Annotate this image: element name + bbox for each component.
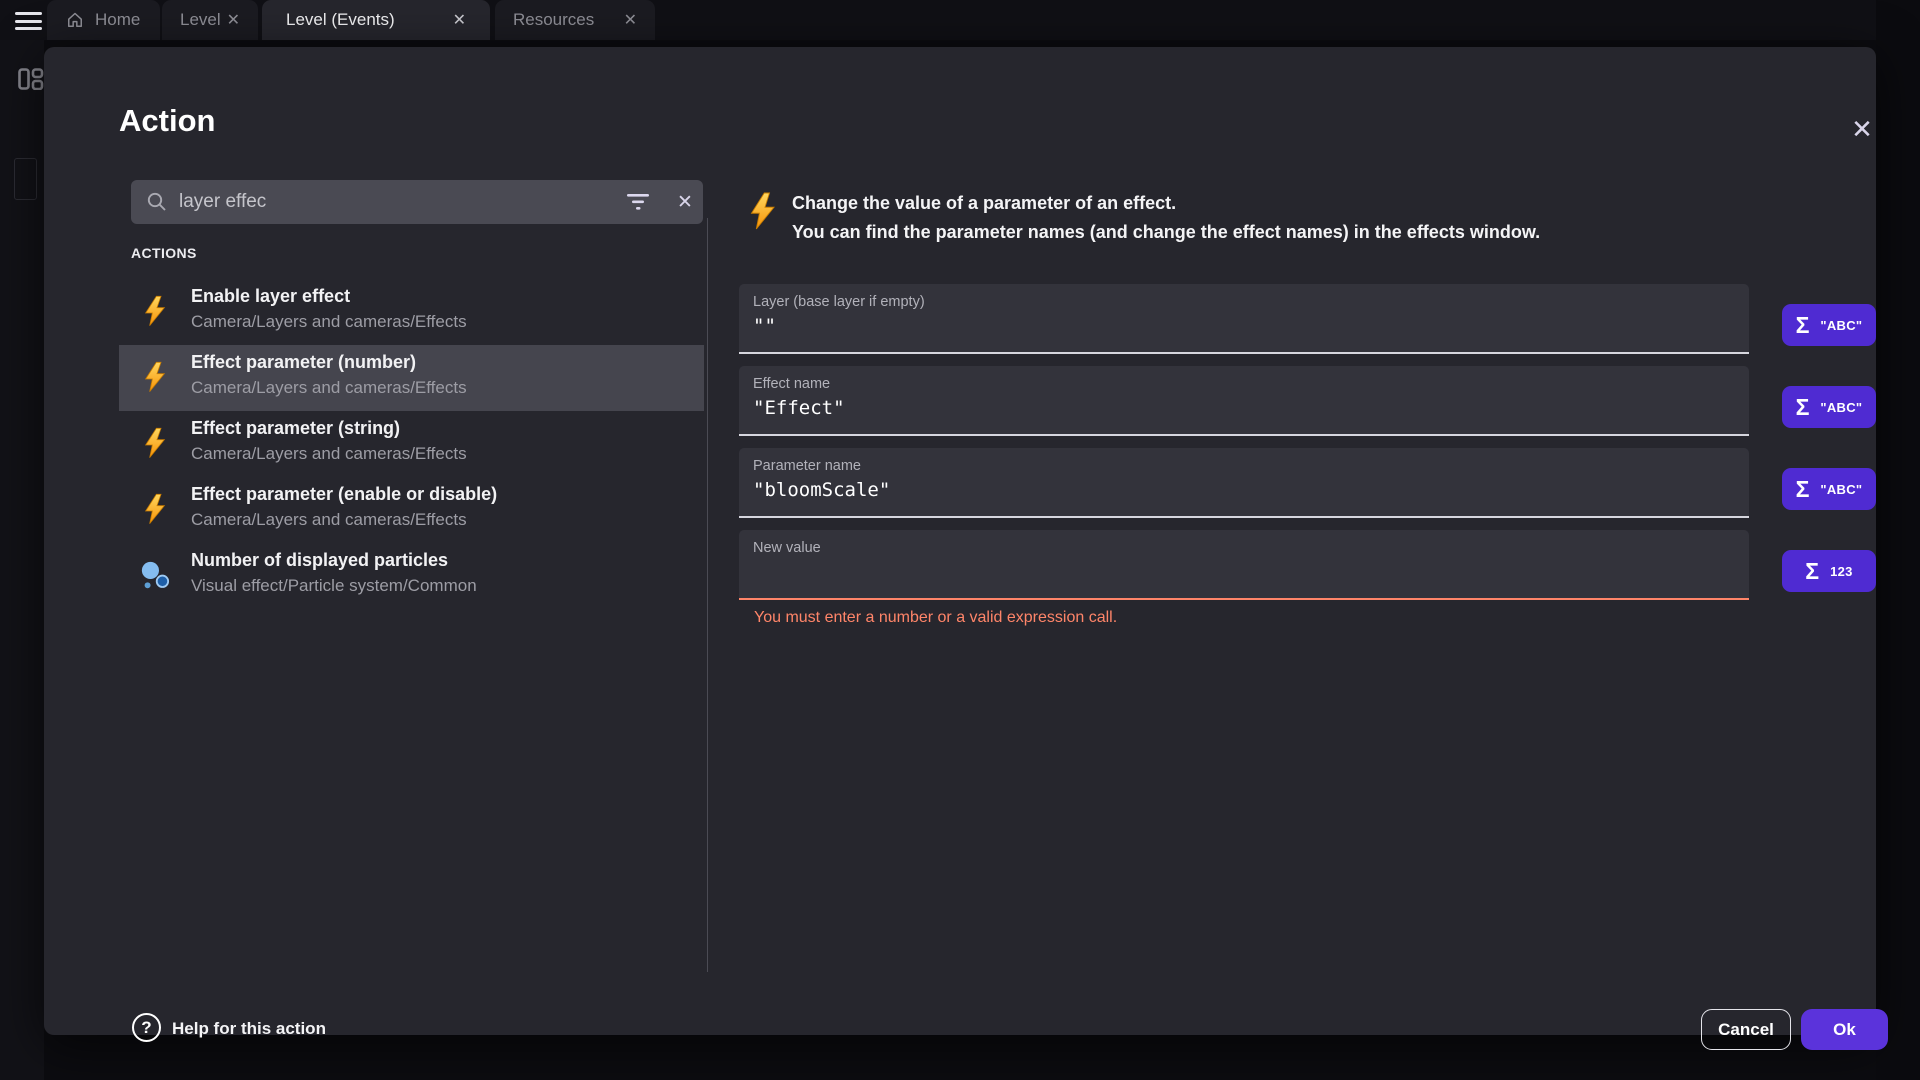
expression-type-label: "ABC" xyxy=(1820,482,1862,497)
action-item-title: Enable layer effect xyxy=(191,286,350,307)
tab-label: Level xyxy=(180,10,221,30)
lightning-bolt-icon xyxy=(744,191,780,231)
ok-button[interactable]: Ok xyxy=(1801,1009,1888,1050)
field-value[interactable]: "Effect" xyxy=(753,397,845,419)
cancel-button[interactable]: Cancel xyxy=(1701,1009,1791,1050)
action-item-path: Camera/Layers and cameras/Effects xyxy=(191,444,467,464)
home-icon xyxy=(65,10,85,30)
field-parameter-name[interactable]: Parameter name "bloomScale" xyxy=(739,448,1749,518)
field-value[interactable]: "bloomScale" xyxy=(753,479,890,501)
tab-resources[interactable]: Resources ✕ xyxy=(495,0,655,40)
menu-hamburger-icon[interactable] xyxy=(15,12,42,30)
field-label: Parameter name xyxy=(753,458,861,474)
action-list-item-selected[interactable]: Effect parameter (number) Camera/Layers … xyxy=(119,345,704,411)
search-icon xyxy=(145,190,169,214)
expression-builder-button-layer[interactable]: Σ "ABC" xyxy=(1782,304,1876,346)
field-label: Layer (base layer if empty) xyxy=(753,294,925,310)
tab-close-icon[interactable]: ✕ xyxy=(624,10,637,30)
tab-label: Resources xyxy=(513,10,594,30)
help-link[interactable]: Help for this action xyxy=(172,1019,326,1039)
dialog-close-icon[interactable]: ✕ xyxy=(1842,109,1882,149)
action-item-path: Camera/Layers and cameras/Effects xyxy=(191,510,467,530)
sigma-icon: Σ xyxy=(1796,312,1810,339)
action-item-path: Camera/Layers and cameras/Effects xyxy=(191,312,467,332)
help-icon[interactable]: ? xyxy=(132,1013,161,1042)
action-item-title: Effect parameter (number) xyxy=(191,352,416,373)
filter-icon[interactable] xyxy=(624,191,652,213)
tab-level[interactable]: Level ✕ xyxy=(162,0,258,40)
field-label: New value xyxy=(753,540,821,556)
action-item-path: Camera/Layers and cameras/Effects xyxy=(191,378,467,398)
action-item-title: Effect parameter (string) xyxy=(191,418,400,439)
description-line-2: You can find the parameter names (and ch… xyxy=(792,218,1812,247)
objects-panel-icon xyxy=(18,68,44,90)
tab-level-events[interactable]: Level (Events) ✕ xyxy=(262,0,490,40)
action-dialog: Action ✕ ✕ ACTIONS Enable layer effect C… xyxy=(44,47,1876,1035)
action-search-bar: ✕ xyxy=(131,180,703,224)
action-item-title: Number of displayed particles xyxy=(191,550,448,571)
action-item-path: Visual effect/Particle system/Common xyxy=(191,576,477,596)
background-button-outline xyxy=(14,158,37,200)
sigma-icon: Σ xyxy=(1796,476,1810,503)
top-tab-bar: Home Level ✕ Level (Events) ✕ Resources … xyxy=(0,0,1920,40)
lightning-bolt-icon xyxy=(139,493,171,525)
lightning-bolt-icon xyxy=(139,361,171,393)
tab-close-icon[interactable]: ✕ xyxy=(453,10,466,30)
action-description: Change the value of a parameter of an ef… xyxy=(792,189,1812,247)
dialog-title: Action xyxy=(119,103,215,139)
tab-label: Level (Events) xyxy=(286,10,395,30)
expression-type-label: 123 xyxy=(1830,564,1853,579)
search-input[interactable] xyxy=(179,180,599,224)
action-list-item[interactable]: Enable layer effect Camera/Layers and ca… xyxy=(119,279,704,345)
particles-icon xyxy=(139,559,171,591)
field-effect-name[interactable]: Effect name "Effect" xyxy=(739,366,1749,436)
action-list-item[interactable]: Effect parameter (enable or disable) Cam… xyxy=(119,477,704,543)
background-left-toolbar xyxy=(0,40,44,1080)
description-line-1: Change the value of a parameter of an ef… xyxy=(792,189,1812,218)
field-layer[interactable]: Layer (base layer if empty) "" xyxy=(739,284,1749,354)
expression-builder-button-parameter-name[interactable]: Σ "ABC" xyxy=(1782,468,1876,510)
expression-builder-button-effect-name[interactable]: Σ "ABC" xyxy=(1782,386,1876,428)
field-label: Effect name xyxy=(753,376,830,392)
expression-type-label: "ABC" xyxy=(1820,400,1862,415)
clear-search-icon[interactable]: ✕ xyxy=(667,180,703,224)
action-item-title: Effect parameter (enable or disable) xyxy=(191,484,497,505)
background-right-panel: dd... xyxy=(1876,0,1920,1080)
action-list-item[interactable]: Number of displayed particles Visual eff… xyxy=(119,543,704,609)
field-value[interactable]: "" xyxy=(753,315,776,337)
field-new-value[interactable]: New value xyxy=(739,530,1749,600)
sigma-icon: Σ xyxy=(1796,394,1810,421)
actions-section-header: ACTIONS xyxy=(131,245,197,261)
expression-type-label: "ABC" xyxy=(1820,318,1862,333)
lightning-bolt-icon xyxy=(139,295,171,327)
tab-home[interactable]: Home xyxy=(47,0,160,40)
action-list-item[interactable]: Effect parameter (string) Camera/Layers … xyxy=(119,411,704,477)
sigma-icon: Σ xyxy=(1805,558,1819,585)
tab-label: Home xyxy=(95,10,140,30)
expression-builder-button-new-value[interactable]: Σ 123 xyxy=(1782,550,1876,592)
validation-error-message: You must enter a number or a valid expre… xyxy=(754,609,1117,627)
panel-divider xyxy=(707,218,708,972)
lightning-bolt-icon xyxy=(139,427,171,459)
tab-close-icon[interactable]: ✕ xyxy=(227,10,240,30)
